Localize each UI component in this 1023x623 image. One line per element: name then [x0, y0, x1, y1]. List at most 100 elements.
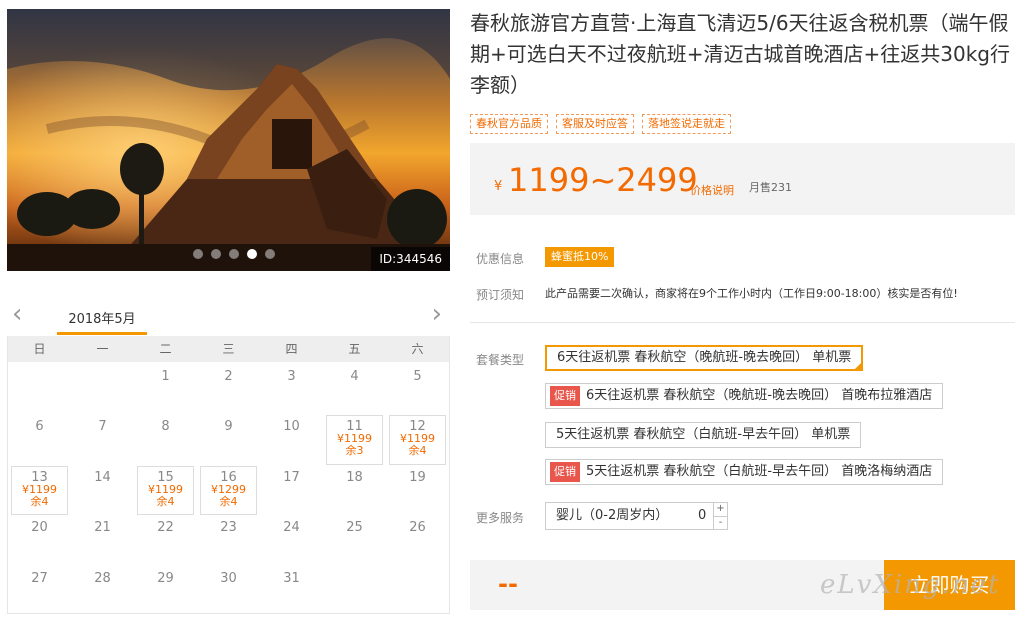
package-text: 5天往返机票 春秋航空（白航班-早去午回） 首晚洛梅纳酒店: [586, 464, 933, 479]
day-number: 13: [31, 469, 48, 485]
calendar-day: 14: [71, 463, 134, 513]
product-image[interactable]: ID:344546: [7, 9, 450, 271]
calendar-day: 23: [197, 513, 260, 563]
calendar-day: [8, 362, 71, 412]
calendar-day-available[interactable]: 11 ¥1199 余3: [323, 412, 386, 465]
promo-badge: 促销: [550, 462, 580, 482]
monthly-sales: 月售231: [749, 181, 792, 194]
price-box: ¥ 1199~2499 价格说明 月售231: [470, 143, 1015, 215]
chevron-left-icon[interactable]: ‹: [12, 301, 22, 327]
weekday-label: 四: [285, 342, 298, 356]
day-number: 9: [224, 419, 233, 435]
calendar-day: 9: [197, 412, 260, 462]
package-option[interactable]: 促销 6天往返机票 春秋航空（晚航班-晚去晚回） 首晚布拉雅酒店: [545, 383, 944, 409]
calendar-day: 22: [134, 513, 197, 563]
calendar-month-tab[interactable]: 2018年5月: [57, 308, 147, 327]
calendar-day: 21: [71, 513, 134, 563]
day-number: 25: [346, 520, 363, 536]
product-tags: 春秋官方品质 客服及时应答 落地签说走就走: [470, 114, 731, 134]
calendar-week-row: 13 ¥1199 余4 14 15 ¥1199 余4 16 ¥1299 余4 17 18 19: [8, 463, 449, 516]
infant-service-field: 婴儿（0-2周岁内） 0 + -: [545, 502, 728, 530]
calendar-header: ‹ 2018年5月 ›: [7, 300, 450, 336]
calendar-day: 6: [8, 412, 71, 462]
day-number: 19: [409, 469, 426, 485]
calendar-day: 24: [260, 513, 323, 563]
calendar-day-available[interactable]: 13 ¥1199 余4: [8, 463, 71, 516]
calendar-day: 27: [8, 564, 71, 614]
day-number: 1: [161, 369, 170, 384]
day-number: 26: [409, 520, 426, 536]
calendar-day: [71, 362, 134, 412]
total-price: --: [498, 570, 518, 598]
plus-icon[interactable]: +: [714, 503, 727, 516]
day-number: 5: [413, 369, 422, 384]
price-explain-link[interactable]: 价格说明: [690, 182, 734, 198]
day-number: 27: [31, 570, 48, 586]
more-services-label: 更多服务: [476, 511, 525, 525]
service-quantity[interactable]: 0: [698, 503, 706, 529]
day-number: 20: [31, 520, 48, 536]
calendar-day-available[interactable]: 16 ¥1299 余4: [197, 463, 260, 516]
buy-now-button[interactable]: 立即购买: [884, 560, 1015, 610]
price-range: 1199~2499: [508, 161, 698, 199]
calendar-week-row: 27 28 29 30 31: [8, 564, 449, 614]
day-remaining: 余4: [408, 444, 427, 458]
day-number: 3: [287, 369, 296, 384]
calendar-day: 30: [197, 564, 260, 614]
carousel-dot-active[interactable]: [247, 249, 257, 259]
calendar-day: 4: [323, 362, 386, 412]
weekday-label: 五: [348, 342, 361, 356]
minus-icon[interactable]: -: [714, 516, 727, 529]
day-number: 18: [346, 469, 363, 485]
day-price: ¥1199: [22, 482, 57, 496]
package-text: 6天往返机票 春秋航空（晚航班-晚去晚回） 首晚布拉雅酒店: [586, 388, 933, 403]
day-number: 8: [161, 419, 170, 435]
day-number: 28: [94, 570, 111, 586]
discount-label: 优惠信息: [476, 252, 525, 266]
day-remaining: 余4: [219, 494, 238, 508]
calendar-day: 10: [260, 412, 323, 462]
selected-check-icon: [853, 361, 864, 371]
day-number: 6: [35, 419, 44, 435]
notice-label: 预订须知: [476, 288, 525, 302]
currency-symbol: ¥: [494, 179, 503, 194]
service-tag: 客服及时应答: [556, 114, 634, 134]
buy-bar: -- 立即购买: [470, 560, 1015, 610]
day-number: 30: [220, 570, 237, 586]
product-title: 春秋旅游官方直营·上海直飞清迈5/6天往返含税机票（端午假期+可选白天不过夜航班…: [470, 11, 1010, 97]
package-option[interactable]: 促销 5天往返机票 春秋航空（白航班-早去午回） 首晚洛梅纳酒店: [545, 459, 944, 485]
quantity-stepper: + -: [713, 503, 727, 529]
calendar-day-available[interactable]: 15 ¥1199 余4: [134, 463, 197, 516]
carousel-dot[interactable]: [229, 249, 239, 259]
calendar-day: 5: [386, 362, 449, 412]
discount-badge: 蜂蜜抵10%: [545, 247, 615, 267]
calendar-day: 25: [323, 513, 386, 563]
notice-text: 此产品需要二次确认，商家将在9个工作小时内（工作日9:00-18:00）核实是否…: [545, 287, 958, 300]
weekday-label: 六: [411, 342, 424, 356]
calendar-day: 31: [260, 564, 323, 614]
weekday-label: 一: [96, 342, 109, 356]
day-number: 22: [157, 520, 174, 536]
package-option[interactable]: 5天往返机票 春秋航空（白航班-早去午回） 单机票: [545, 422, 862, 448]
day-number: 15: [157, 469, 174, 485]
calendar-day: 28: [71, 564, 134, 614]
day-number: 29: [157, 570, 174, 586]
day-remaining: 余4: [156, 494, 175, 508]
carousel-dot[interactable]: [265, 249, 275, 259]
calendar-week-row: 6 7 8 9 10 11 ¥1199 余3 12 ¥1199 余4: [8, 412, 449, 465]
calendar-week-row: 20 21 22 23 24 25 26: [8, 513, 449, 563]
carousel-dot[interactable]: [193, 249, 203, 259]
day-number: 14: [94, 469, 111, 485]
calendar-day: 7: [71, 412, 134, 462]
calendar-day: 2: [197, 362, 260, 412]
carousel-dot[interactable]: [211, 249, 221, 259]
calendar-day: [386, 564, 449, 614]
calendar-day-available[interactable]: 12 ¥1199 余4: [386, 412, 449, 465]
day-number: 4: [350, 369, 359, 384]
calendar-day: 18: [323, 463, 386, 513]
package-option-selected[interactable]: 6天往返机票 春秋航空（晚航班-晚去晚回） 单机票: [545, 345, 864, 371]
calendar-day: 17: [260, 463, 323, 513]
quality-tag: 春秋官方品质: [470, 114, 548, 134]
calendar-day: 29: [134, 564, 197, 614]
chevron-right-icon[interactable]: ›: [432, 301, 442, 327]
